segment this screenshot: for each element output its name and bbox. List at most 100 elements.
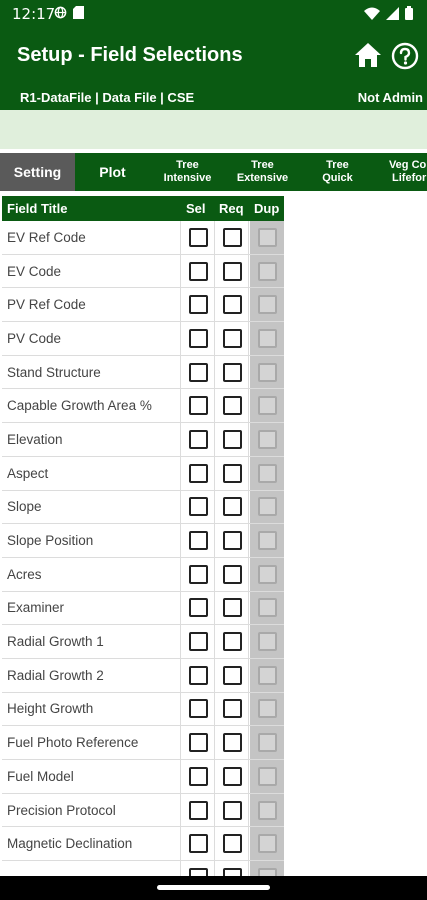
dup-checkbox — [257, 295, 277, 315]
table-row: Examiner — [2, 591, 284, 626]
sel-checkbox[interactable] — [188, 396, 208, 416]
sel-checkbox[interactable] — [188, 598, 208, 618]
table-row: Height Growth — [2, 692, 284, 727]
field-title: Elevation — [2, 423, 181, 456]
dup-cell — [250, 355, 284, 389]
field-title: Precision Protocol — [2, 793, 181, 827]
req-checkbox[interactable] — [222, 834, 242, 854]
sel-checkbox[interactable] — [188, 632, 208, 652]
sel-checkbox[interactable] — [188, 766, 208, 786]
dup-checkbox — [257, 699, 277, 719]
req-checkbox[interactable] — [222, 362, 242, 382]
tab-tree-quick[interactable]: Tree Quick — [300, 153, 375, 191]
tab-veg-comp-lifeform[interactable]: Veg Com Lifeforn — [375, 153, 427, 191]
sel-cell — [182, 692, 215, 726]
status-left-icons — [54, 6, 84, 24]
sel-checkbox[interactable] — [188, 261, 208, 281]
field-title: Fuel Photo Reference — [2, 726, 181, 759]
tab-tree-intensive[interactable]: Tree Intensive — [150, 153, 225, 191]
vpn-globe-icon — [54, 6, 67, 24]
sel-checkbox[interactable] — [188, 800, 208, 820]
sel-checkbox[interactable] — [188, 531, 208, 551]
help-button[interactable] — [390, 41, 420, 71]
req-cell — [216, 355, 249, 389]
sel-checkbox[interactable] — [188, 227, 208, 247]
table-row: Slope Position — [2, 524, 284, 558]
sel-checkbox[interactable] — [188, 665, 208, 685]
req-cell — [216, 827, 249, 861]
dup-cell — [250, 658, 284, 692]
sel-checkbox[interactable] — [188, 429, 208, 449]
req-checkbox[interactable] — [222, 632, 242, 652]
table-row: Capable Growth Area % — [2, 389, 284, 424]
sel-checkbox[interactable] — [188, 497, 208, 517]
req-checkbox[interactable] — [222, 295, 242, 315]
req-checkbox[interactable] — [222, 429, 242, 449]
header-field-title: Field Title — [7, 201, 68, 216]
field-title: EV Ref Code — [2, 221, 181, 254]
sel-checkbox[interactable] — [188, 733, 208, 753]
req-checkbox[interactable] — [222, 463, 242, 483]
dup-checkbox — [257, 227, 277, 247]
req-checkbox[interactable] — [222, 766, 242, 786]
sel-checkbox[interactable] — [188, 463, 208, 483]
req-cell — [216, 254, 249, 288]
req-cell — [216, 221, 249, 254]
table-row: Precision Protocol — [2, 793, 284, 828]
req-checkbox[interactable] — [222, 665, 242, 685]
req-checkbox[interactable] — [222, 396, 242, 416]
req-checkbox[interactable] — [222, 733, 242, 753]
field-title: Magnetic Declination — [2, 827, 181, 861]
req-checkbox[interactable] — [222, 564, 242, 584]
sel-checkbox[interactable] — [188, 362, 208, 382]
sel-cell — [182, 658, 215, 692]
table-row: PV Code — [2, 322, 284, 356]
sel-checkbox[interactable] — [188, 564, 208, 584]
sel-cell — [182, 827, 215, 861]
dup-checkbox — [257, 362, 277, 382]
status-bar: 12:17 — [0, 0, 427, 28]
tab-plot[interactable]: Plot — [75, 153, 150, 191]
sel-cell — [182, 793, 215, 827]
dup-checkbox — [257, 497, 277, 517]
datafile-subtitle: R1-DataFile | Data File | CSE — [20, 90, 195, 105]
req-checkbox[interactable] — [222, 227, 242, 247]
table-row: Magnetic Declination — [2, 827, 284, 862]
dup-cell — [250, 221, 284, 254]
req-checkbox[interactable] — [222, 598, 242, 618]
req-cell — [216, 322, 249, 355]
home-button[interactable] — [353, 41, 383, 69]
info-band — [0, 110, 427, 149]
dup-checkbox — [257, 766, 277, 786]
home-gesture-handle[interactable] — [157, 885, 270, 890]
table-row: Slope — [2, 490, 284, 525]
table-row: Fuel Photo Reference — [2, 726, 284, 760]
table-row: Acres — [2, 557, 284, 592]
admin-status: Not Admin — [357, 90, 423, 105]
header-req: Req — [219, 201, 244, 216]
sel-checkbox[interactable] — [188, 295, 208, 315]
req-cell — [216, 524, 249, 557]
dup-checkbox — [257, 531, 277, 551]
sel-checkbox[interactable] — [188, 834, 208, 854]
grid-body: EV Ref Code EV Code PV Ref Code PV Code Stan… — [2, 221, 284, 895]
sel-checkbox[interactable] — [188, 699, 208, 719]
dup-cell — [250, 524, 284, 557]
req-checkbox[interactable] — [222, 261, 242, 281]
sel-checkbox[interactable] — [188, 328, 208, 348]
req-checkbox[interactable] — [222, 497, 242, 517]
sel-cell — [182, 490, 215, 524]
tab-setting[interactable]: Setting — [0, 153, 75, 191]
dup-checkbox — [257, 429, 277, 449]
tab-tree-extensive[interactable]: Tree Extensive — [225, 153, 300, 191]
req-checkbox[interactable] — [222, 699, 242, 719]
req-checkbox[interactable] — [222, 531, 242, 551]
req-checkbox[interactable] — [222, 800, 242, 820]
dup-cell — [250, 254, 284, 288]
app-bar: Setup - Field Selections R1-DataFile | D… — [0, 28, 427, 110]
req-checkbox[interactable] — [222, 328, 242, 348]
dup-cell — [250, 288, 284, 322]
field-title: Capable Growth Area % — [2, 389, 181, 423]
sel-cell — [182, 524, 215, 557]
dup-cell — [250, 490, 284, 524]
